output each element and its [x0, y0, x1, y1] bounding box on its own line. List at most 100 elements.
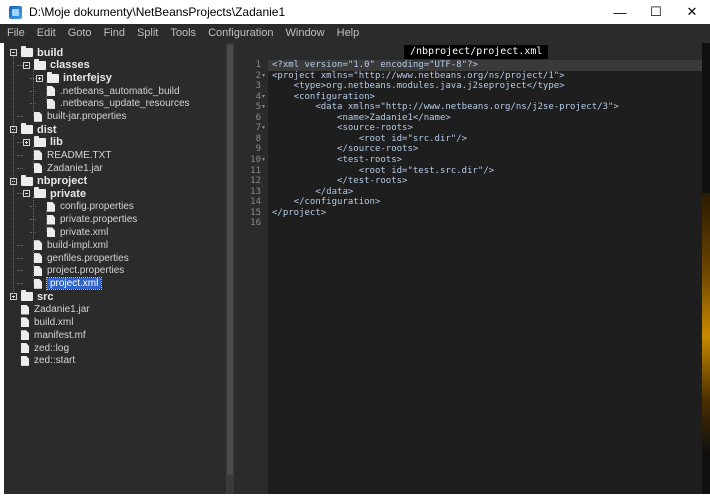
tree-folder[interactable]: lib — [23, 135, 63, 149]
tree-item-label: build-impl.xml — [47, 239, 109, 251]
fold-icon[interactable]: ▾ — [262, 102, 267, 113]
code-line: <root id="src.dir"/> — [272, 133, 468, 144]
file-icon — [34, 240, 42, 251]
tree-item-label: genfiles.properties — [47, 252, 129, 264]
file-icon — [34, 111, 42, 122]
tree-file[interactable]: README.TXT — [23, 149, 111, 162]
tab-bar: /nbproject/project.xml — [234, 43, 702, 60]
menu-window[interactable]: Window — [280, 24, 331, 43]
tree-folder[interactable]: interfejsy — [36, 71, 112, 85]
folder-icon — [21, 290, 33, 302]
tree-folder[interactable]: build — [10, 46, 63, 59]
tree-item-label: zed::start — [34, 355, 76, 367]
menu-find[interactable]: Find — [98, 24, 131, 43]
line-number: 15 — [250, 207, 261, 218]
tree-item-label: build — [37, 46, 64, 59]
fold-icon[interactable]: ▾ — [262, 92, 267, 103]
menu-help[interactable]: Help — [331, 24, 366, 43]
tree-item-label: built-jar.properties — [47, 111, 127, 123]
tree-folder[interactable]: nbproject — [10, 174, 88, 188]
menu-split[interactable]: Split — [131, 24, 164, 43]
collapse-icon[interactable] — [23, 190, 30, 198]
tree-item-label: private.properties — [60, 214, 138, 226]
menu-edit[interactable]: Edit — [31, 24, 62, 43]
tree-item-label: classes — [50, 59, 90, 72]
line-number: 10 — [250, 154, 261, 165]
line-number-gutter: 1 2 ▾ 3 4 ▾ 5 ▾ 6 7 ▾ 8 9 10 ▾ 11 12 13 14 15 16 — [234, 60, 268, 494]
tree-file[interactable]: built-jar.properties — [23, 110, 126, 123]
tree-item-label: .netbeans_update_resources — [60, 98, 190, 110]
file-icon — [21, 330, 29, 341]
tree-file[interactable]: project.xml — [23, 277, 103, 291]
menu-configuration[interactable]: Configuration — [202, 24, 279, 43]
tree-item-label: .netbeans_automatic_build — [60, 85, 180, 97]
tree-folder[interactable]: dist — [10, 123, 57, 136]
tree-item-label: private.xml — [60, 226, 109, 238]
close-button[interactable]: ✕ — [674, 0, 710, 24]
menu-bar: File Edit Goto Find Split Tools Configur… — [0, 24, 710, 43]
tree-file[interactable]: .netbeans_automatic_build — [36, 85, 180, 98]
file-icon — [21, 304, 29, 315]
expand-icon[interactable] — [36, 74, 43, 82]
tree-file[interactable]: genfiles.properties — [23, 252, 129, 265]
code-line: <configuration> — [272, 91, 375, 102]
tree-item-label: Zadanie1.jar — [34, 304, 90, 315]
line-number: 2 — [255, 70, 261, 81]
file-icon — [34, 265, 42, 276]
file-icon — [21, 343, 29, 354]
line-number: 11 — [250, 165, 261, 176]
tree-file[interactable]: manifest.mf — [10, 329, 86, 342]
tree-item-label: project.properties — [47, 265, 125, 277]
folder-icon — [34, 135, 46, 147]
tree-file[interactable]: build.xml — [10, 316, 73, 329]
collapse-icon[interactable] — [23, 61, 30, 69]
code-line: <data xmlns="http://www.netbeans.org/ns/… — [272, 102, 619, 113]
fold-icon[interactable]: ▾ — [262, 71, 267, 82]
tree-item-label: nbproject — [37, 175, 88, 187]
code-line: <?xml version="1.0" encoding="UTF-8"?> — [272, 60, 478, 70]
line-number: 13 — [250, 186, 261, 197]
code-line: </data> — [272, 186, 354, 197]
tree-file[interactable]: config.properties — [36, 200, 134, 213]
tree-item-label: README.TXT — [47, 149, 112, 161]
line-number: 9 — [255, 144, 261, 155]
file-icon — [47, 214, 55, 225]
tab-project-xml[interactable]: /nbproject/project.xml — [404, 45, 549, 59]
title-bar: D:\Moje dokumenty\NetBeansProjects\Zadan… — [0, 0, 710, 24]
tree-folder[interactable]: src — [10, 290, 54, 303]
line-number: 12 — [250, 176, 261, 187]
bottom-edge — [0, 494, 710, 501]
minimize-button[interactable]: — — [602, 0, 638, 24]
tree-file[interactable]: build-impl.xml — [23, 239, 108, 252]
code-line: <test-roots> — [272, 154, 403, 165]
file-icon — [34, 163, 42, 174]
window-title: D:\Moje dokumenty\NetBeansProjects\Zadan… — [29, 5, 286, 19]
file-tree-panel: build classes interfejsy .netbeans_automati… — [4, 43, 234, 494]
menu-file[interactable]: File — [0, 24, 31, 43]
tree-file[interactable]: Zadanie1.jar — [10, 303, 90, 316]
folder-icon — [21, 174, 33, 186]
menu-goto[interactable]: Goto — [62, 24, 98, 43]
tree-file[interactable]: Zadanie1.jar — [23, 162, 103, 175]
code-line: </test-roots> — [272, 176, 408, 187]
tree-file[interactable]: zed::start — [10, 354, 75, 367]
editor-panel: /nbproject/project.xml 1 2 ▾ 3 4 ▾ 5 ▾ 6 7 ▾ 8 9 10 ▾ 1… — [234, 43, 702, 494]
tree-file[interactable]: .netbeans_update_resources — [36, 97, 190, 110]
maximize-button[interactable]: ☐ — [638, 0, 674, 24]
tree-file[interactable]: project.properties — [23, 264, 124, 277]
line-number: 1 — [255, 60, 261, 70]
fold-icon[interactable]: ▾ — [262, 123, 267, 134]
tree-file[interactable]: zed::log — [10, 342, 69, 355]
collapse-icon[interactable] — [10, 49, 17, 56]
fold-icon[interactable]: ▾ — [262, 155, 267, 166]
tree-item-label: Zadanie1.jar — [47, 162, 103, 174]
file-icon — [34, 278, 42, 289]
menu-tools[interactable]: Tools — [164, 24, 202, 43]
tree-scrollbar-thumb[interactable] — [227, 45, 233, 475]
tree-scrollbar[interactable] — [226, 43, 234, 494]
file-icon — [47, 201, 55, 212]
expand-icon[interactable] — [23, 138, 30, 146]
line-number: 8 — [255, 133, 261, 144]
tree-file[interactable]: private.properties — [36, 213, 137, 226]
code-line: </project> — [272, 207, 327, 218]
